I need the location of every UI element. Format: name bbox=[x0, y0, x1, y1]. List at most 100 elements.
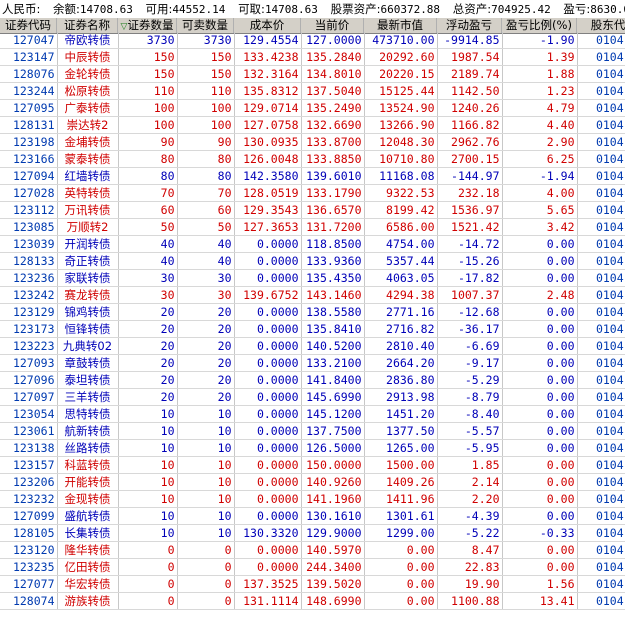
col-header-name[interactable]: 证券名称 bbox=[57, 18, 118, 33]
col-header-quantity-label: 证券数量 bbox=[127, 18, 174, 32]
table-row[interactable]: 128133 奇正转债 40 40 0.0000 133.9360 5357.44 -15.2… bbox=[0, 252, 625, 270]
table-row[interactable]: 127097 三羊转债 20 20 0.0000 145.6990 2913.98 -8.79… bbox=[0, 388, 625, 406]
cell-cost-price: 0.0000 bbox=[234, 405, 302, 423]
cell-security-name: 长集转债 bbox=[57, 524, 119, 542]
cell-market-value: 0.00 bbox=[364, 558, 438, 576]
cell-sellable-quantity: 20 bbox=[177, 388, 235, 406]
cell-quantity: 100 bbox=[118, 99, 178, 117]
table-row[interactable]: 123166 蒙泰转债 80 80 126.0048 133.8850 10710.80 27… bbox=[0, 150, 625, 168]
cell-account-code: 010412 bbox=[577, 320, 625, 338]
table-row[interactable]: 123147 中辰转债 150 150 133.4238 135.2840 20292.60… bbox=[0, 48, 625, 66]
table-row[interactable]: 127095 广泰转债 100 100 129.0714 135.2490 13524.90… bbox=[0, 99, 625, 117]
cell-quantity: 10 bbox=[118, 422, 178, 440]
table-row[interactable]: 123138 丝路转债 10 10 0.0000 126.5000 1265.00 -5.95… bbox=[0, 439, 625, 457]
table-row[interactable]: 128131 崇达转2 100 100 127.0758 132.6690 13266.90… bbox=[0, 116, 625, 134]
cell-floating-pnl: 2962.76 bbox=[437, 133, 503, 151]
table-row[interactable]: 127094 红墙转债 80 80 142.3580 139.6010 11168.08 -1… bbox=[0, 167, 625, 185]
cell-pnl-ratio: 0.00 bbox=[502, 320, 578, 338]
cell-quantity: 20 bbox=[118, 320, 178, 338]
table-row[interactable]: 127077 华宏转债 0 0 137.3525 139.5020 0.00 19.90 1.5… bbox=[0, 575, 625, 593]
table-row[interactable]: 127093 章鼓转债 20 20 0.0000 133.2100 2664.20 -9.17… bbox=[0, 354, 625, 372]
pnl-field: 盈亏:8630.04 bbox=[563, 2, 625, 16]
cell-pnl-ratio: 2.90 bbox=[502, 133, 578, 151]
cell-security-name: 亿田转债 bbox=[57, 558, 119, 576]
table-row[interactable]: 128076 金轮转债 150 150 132.3164 134.8010 20220.15… bbox=[0, 65, 625, 83]
table-row[interactable]: 128074 游族转债 0 0 131.1114 148.6990 0.00 1100.88 1… bbox=[0, 592, 625, 610]
col-header-code[interactable]: 证券代码 bbox=[0, 18, 57, 33]
cell-market-value: 1299.00 bbox=[364, 524, 438, 542]
currency-label: 人民币: bbox=[2, 2, 41, 16]
cell-quantity: 40 bbox=[118, 252, 178, 270]
cell-security-code: 127095 bbox=[0, 99, 58, 117]
col-header-market-value[interactable]: 最新市值 bbox=[364, 18, 437, 33]
col-header-price[interactable]: 当前价 bbox=[301, 18, 364, 33]
table-row[interactable]: 127047 帝欧转债 3730 3730 129.4554 127.0000 473710… bbox=[0, 32, 625, 49]
table-row[interactable]: 128105 长集转债 10 10 130.3320 129.9000 1299.00 -5.… bbox=[0, 524, 625, 542]
cell-security-name: 锦鸡转债 bbox=[57, 303, 119, 321]
cell-security-code: 128131 bbox=[0, 116, 58, 134]
table-row[interactable]: 123061 航新转债 10 10 0.0000 137.7500 1377.50 -5.57… bbox=[0, 422, 625, 440]
cell-floating-pnl: 2700.15 bbox=[437, 150, 503, 168]
table-row[interactable]: 123223 九典转02 20 20 0.0000 140.5200 2810.40 -6.6… bbox=[0, 337, 625, 355]
cell-market-value: 2664.20 bbox=[364, 354, 438, 372]
cell-cost-price: 0.0000 bbox=[234, 320, 302, 338]
col-header-quantity[interactable]: ▽证券数量 bbox=[118, 18, 177, 33]
cell-pnl-ratio: 4.00 bbox=[502, 184, 578, 202]
stock-assets-field: 股票资产:660372.88 bbox=[331, 2, 440, 16]
table-row[interactable]: 123039 开润转债 40 40 0.0000 118.8500 4754.00 -14.7… bbox=[0, 235, 625, 253]
cell-security-code: 128074 bbox=[0, 592, 58, 610]
table-row[interactable]: 123120 隆华转债 0 0 0.0000 140.5970 0.00 8.47 0.00 01… bbox=[0, 541, 625, 559]
balance-field: 余额:14708.63 bbox=[53, 2, 133, 16]
cell-sellable-quantity: 10 bbox=[177, 422, 235, 440]
col-header-floating-pnl[interactable]: 浮动盈亏 bbox=[437, 18, 502, 33]
cell-account-code: 010412 bbox=[577, 354, 625, 372]
cell-current-price: 126.5000 bbox=[301, 439, 365, 457]
cell-pnl-ratio: 0.00 bbox=[502, 388, 578, 406]
table-row[interactable]: 123236 家联转债 30 30 0.0000 135.4350 4063.05 -17.8… bbox=[0, 269, 625, 287]
cell-market-value: 1411.96 bbox=[364, 490, 438, 508]
table-row[interactable]: 123198 金埔转债 90 90 130.0935 133.8700 12048.30 29… bbox=[0, 133, 625, 151]
table-row[interactable]: 127099 盛航转债 10 10 0.0000 130.1610 1301.61 -4.39… bbox=[0, 507, 625, 525]
col-header-account[interactable]: 股东代 bbox=[577, 18, 625, 33]
cell-quantity: 150 bbox=[118, 48, 178, 66]
cell-sellable-quantity: 10 bbox=[177, 456, 235, 474]
table-row[interactable]: 123232 金现转债 10 10 0.0000 141.1960 1411.96 2.20 0… bbox=[0, 490, 625, 508]
cell-security-code: 123061 bbox=[0, 422, 58, 440]
col-header-sellable[interactable]: 可卖数量 bbox=[177, 18, 234, 33]
cell-current-price: 141.8400 bbox=[301, 371, 365, 389]
cell-current-price: 140.5970 bbox=[301, 541, 365, 559]
cell-current-price: 135.2840 bbox=[301, 48, 365, 66]
table-row[interactable]: 123206 开能转债 10 10 0.0000 140.9260 1409.26 2.14 0… bbox=[0, 473, 625, 491]
col-header-pnl-ratio[interactable]: 盈亏比例(%) bbox=[502, 18, 577, 33]
cell-account-code: 010412 bbox=[577, 167, 625, 185]
table-row[interactable]: 127028 英特转债 70 70 128.0519 133.1790 9322.53 232… bbox=[0, 184, 625, 202]
cell-floating-pnl: -17.82 bbox=[437, 269, 503, 287]
cell-security-name: 隆华转债 bbox=[57, 541, 119, 559]
table-row[interactable]: 127096 泰坦转债 20 20 0.0000 141.8400 2836.80 -5.29… bbox=[0, 371, 625, 389]
cell-cost-price: 0.0000 bbox=[234, 456, 302, 474]
table-row[interactable]: 123085 万顺转2 50 50 127.3653 131.7200 6586.00 152… bbox=[0, 218, 625, 236]
cell-market-value: 1301.61 bbox=[364, 507, 438, 525]
cell-security-name: 广泰转债 bbox=[57, 99, 119, 117]
table-row[interactable]: 123112 万讯转债 60 60 129.3543 136.6570 8199.42 153… bbox=[0, 201, 625, 219]
cell-market-value: 20292.60 bbox=[364, 48, 438, 66]
withdrawable-value: 14708.63 bbox=[264, 3, 318, 16]
cell-cost-price: 142.3580 bbox=[234, 167, 302, 185]
cell-security-name: 思特转债 bbox=[57, 405, 119, 423]
table-row[interactable]: 123157 科蓝转债 10 10 0.0000 150.0000 1500.00 1.85 0… bbox=[0, 456, 625, 474]
cell-security-code: 123157 bbox=[0, 456, 58, 474]
cell-account-code: 010412 bbox=[577, 575, 625, 593]
col-header-cost[interactable]: 成本价 bbox=[234, 18, 301, 33]
table-row[interactable]: 123129 锦鸡转债 20 20 0.0000 138.5580 2771.16 -12.6… bbox=[0, 303, 625, 321]
cell-cost-price: 137.3525 bbox=[234, 575, 302, 593]
table-row[interactable]: 123054 思特转债 10 10 0.0000 145.1200 1451.20 -8.40… bbox=[0, 405, 625, 423]
table-row[interactable]: 123244 松原转债 110 110 135.8312 137.5040 15125.44… bbox=[0, 82, 625, 100]
cell-pnl-ratio: 1.56 bbox=[502, 575, 578, 593]
cell-floating-pnl: -8.40 bbox=[437, 405, 503, 423]
table-row[interactable]: 123242 赛龙转债 30 30 139.6752 143.1460 4294.38 100… bbox=[0, 286, 625, 304]
table-row[interactable]: 123235 亿田转债 0 0 0.0000 244.3400 0.00 22.83 0.00 0… bbox=[0, 558, 625, 576]
cell-current-price: 130.1610 bbox=[301, 507, 365, 525]
cell-floating-pnl: 2189.74 bbox=[437, 65, 503, 83]
table-row[interactable]: 123173 恒锋转债 20 20 0.0000 135.8410 2716.82 -36.1… bbox=[0, 320, 625, 338]
cell-sellable-quantity: 80 bbox=[177, 167, 235, 185]
